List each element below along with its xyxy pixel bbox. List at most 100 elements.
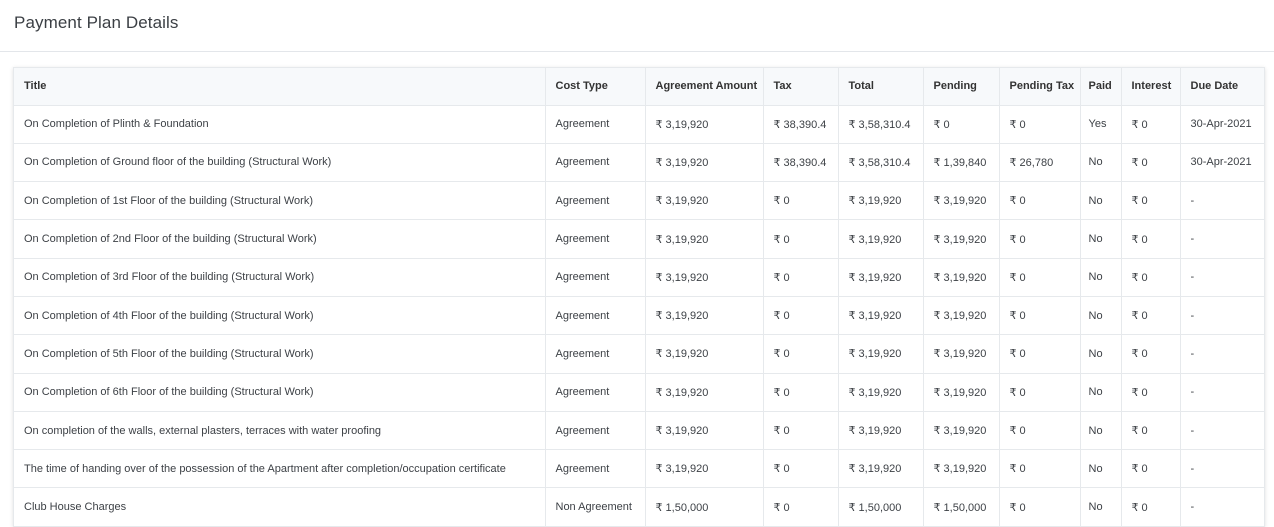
cost-type-cell: Agreement	[545, 219, 646, 259]
total-cell: ₹ 3,19,920	[838, 258, 924, 297]
pending-cell: ₹ 0	[923, 105, 1000, 144]
paid-cell: No	[1080, 411, 1122, 451]
interest-cell: ₹ 0	[1121, 487, 1181, 527]
pending-cell: ₹ 3,19,920	[923, 296, 1000, 336]
table-row: On Completion of 4th Floor of the buildi…	[14, 296, 1264, 336]
pending-tax-cell: ₹ 26,780	[999, 143, 1081, 183]
column-header-cost-type[interactable]: Cost Type	[545, 68, 646, 106]
total-cell: ₹ 3,19,920	[838, 181, 924, 221]
tax-cell: ₹ 38,390.4	[763, 105, 839, 144]
table-row: On Completion of 2nd Floor of the buildi…	[14, 219, 1264, 259]
interest-cell: ₹ 0	[1121, 296, 1181, 336]
paid-cell: No	[1080, 373, 1122, 412]
tax-cell: ₹ 0	[763, 373, 839, 412]
title-cell: Club House Charges	[14, 487, 546, 527]
table-row: On Completion of 1st Floor of the buildi…	[14, 181, 1264, 221]
pending-tax-cell: ₹ 0	[999, 373, 1081, 412]
total-cell: ₹ 3,19,920	[838, 219, 924, 259]
agreement-amount-cell: ₹ 3,19,920	[645, 334, 764, 374]
paid-cell: No	[1080, 219, 1122, 259]
pending-cell: ₹ 1,50,000	[923, 487, 1000, 527]
payment-plan-table-card: Title Cost Type Agreement Amount Tax Tot…	[13, 67, 1265, 527]
tax-cell: ₹ 0	[763, 449, 839, 489]
due-date-cell: 30-Apr-2021	[1180, 143, 1264, 183]
total-cell: ₹ 3,19,920	[838, 449, 924, 489]
due-date-cell: -	[1180, 258, 1264, 297]
agreement-amount-cell: ₹ 3,19,920	[645, 373, 764, 412]
pending-cell: ₹ 3,19,920	[923, 373, 1000, 412]
agreement-amount-cell: ₹ 1,50,000	[645, 487, 764, 527]
pending-tax-cell: ₹ 0	[999, 105, 1081, 144]
pending-cell: ₹ 1,39,840	[923, 143, 1000, 183]
total-cell: ₹ 1,50,000	[838, 487, 924, 527]
paid-cell: No	[1080, 487, 1122, 527]
total-cell: ₹ 3,19,920	[838, 334, 924, 374]
pending-cell: ₹ 3,19,920	[923, 411, 1000, 451]
table-row: On Completion of Plinth & Foundation Agre…	[14, 105, 1264, 144]
pending-tax-cell: ₹ 0	[999, 411, 1081, 451]
column-header-tax[interactable]: Tax	[763, 68, 839, 106]
tax-cell: ₹ 38,390.4	[763, 143, 839, 183]
pending-tax-cell: ₹ 0	[999, 449, 1081, 489]
total-cell: ₹ 3,19,920	[838, 373, 924, 412]
tax-cell: ₹ 0	[763, 296, 839, 336]
title-cell: On Completion of Plinth & Foundation	[14, 105, 546, 144]
column-header-agreement-amount[interactable]: Agreement Amount	[645, 68, 764, 106]
due-date-cell: -	[1180, 334, 1264, 374]
column-header-paid[interactable]: Paid	[1080, 68, 1122, 106]
pending-cell: ₹ 3,19,920	[923, 334, 1000, 374]
tax-cell: ₹ 0	[763, 258, 839, 297]
title-cell: On Completion of 2nd Floor of the buildi…	[14, 219, 546, 259]
table-row: On Completion of 6th Floor of the buildi…	[14, 373, 1264, 412]
tax-cell: ₹ 0	[763, 219, 839, 259]
column-header-pending-tax[interactable]: Pending Tax	[999, 68, 1081, 106]
column-header-interest[interactable]: Interest	[1121, 68, 1181, 106]
column-header-title[interactable]: Title	[14, 68, 546, 106]
total-cell: ₹ 3,58,310.4	[838, 143, 924, 183]
tax-cell: ₹ 0	[763, 334, 839, 374]
paid-cell: No	[1080, 143, 1122, 183]
cost-type-cell: Agreement	[545, 181, 646, 221]
title-cell: On Completion of 5th Floor of the buildi…	[14, 334, 546, 374]
table-body: On Completion of Plinth & Foundation Agre…	[14, 105, 1264, 527]
due-date-cell: -	[1180, 296, 1264, 336]
interest-cell: ₹ 0	[1121, 219, 1181, 259]
title-cell: On completion of the walls, external pla…	[14, 411, 546, 451]
agreement-amount-cell: ₹ 3,19,920	[645, 411, 764, 451]
cost-type-cell: Agreement	[545, 449, 646, 489]
title-cell: On Completion of 4th Floor of the buildi…	[14, 296, 546, 336]
due-date-cell: -	[1180, 373, 1264, 412]
column-header-due-date[interactable]: Due Date	[1180, 68, 1264, 106]
interest-cell: ₹ 0	[1121, 334, 1181, 374]
agreement-amount-cell: ₹ 3,19,920	[645, 258, 764, 297]
agreement-amount-cell: ₹ 3,19,920	[645, 143, 764, 183]
interest-cell: ₹ 0	[1121, 105, 1181, 144]
column-header-total[interactable]: Total	[838, 68, 924, 106]
pending-tax-cell: ₹ 0	[999, 334, 1081, 374]
cost-type-cell: Agreement	[545, 296, 646, 336]
column-header-pending[interactable]: Pending	[923, 68, 1000, 106]
interest-cell: ₹ 0	[1121, 181, 1181, 221]
paid-cell: No	[1080, 296, 1122, 336]
agreement-amount-cell: ₹ 3,19,920	[645, 449, 764, 489]
agreement-amount-cell: ₹ 3,19,920	[645, 296, 764, 336]
total-cell: ₹ 3,58,310.4	[838, 105, 924, 144]
cost-type-cell: Agreement	[545, 143, 646, 183]
pending-tax-cell: ₹ 0	[999, 181, 1081, 221]
cost-type-cell: Agreement	[545, 334, 646, 374]
cost-type-cell: Non Agreement	[545, 487, 646, 527]
paid-cell: No	[1080, 334, 1122, 374]
pending-tax-cell: ₹ 0	[999, 296, 1081, 336]
agreement-amount-cell: ₹ 3,19,920	[645, 105, 764, 144]
table-row: On Completion of 5th Floor of the buildi…	[14, 334, 1264, 374]
payment-plan-table: Title Cost Type Agreement Amount Tax Tot…	[14, 68, 1264, 527]
tax-cell: ₹ 0	[763, 181, 839, 221]
table-header-row: Title Cost Type Agreement Amount Tax Tot…	[14, 68, 1264, 106]
cost-type-cell: Agreement	[545, 411, 646, 451]
table-row: On Completion of 3rd Floor of the buildi…	[14, 258, 1264, 297]
due-date-cell: 30-Apr-2021	[1180, 105, 1264, 144]
table-row: On Completion of Ground floor of the bui…	[14, 143, 1264, 183]
page-title: Payment Plan Details	[14, 13, 179, 32]
pending-cell: ₹ 3,19,920	[923, 181, 1000, 221]
tax-cell: ₹ 0	[763, 487, 839, 527]
